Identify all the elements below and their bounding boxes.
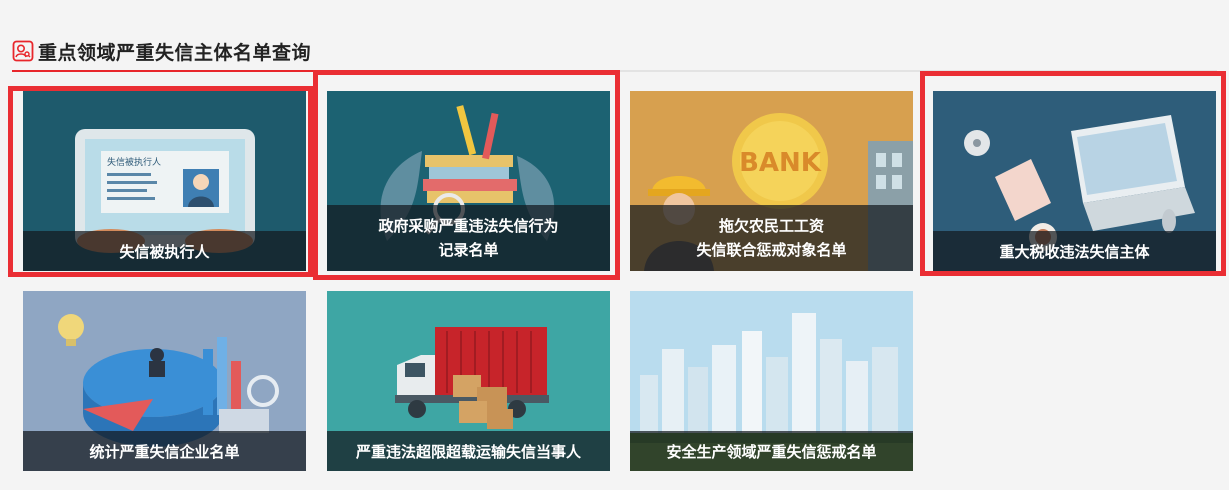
card-caption: 重大税收违法失信主体 <box>933 231 1216 271</box>
card-caption-line-2: 失信联合惩戒对象名单 <box>696 241 847 259</box>
card-caption-line-1: 拖欠农民工工资 <box>718 217 824 235</box>
section-header: 重点领域严重失信主体名单查询 <box>12 30 1217 72</box>
card-caption-text: 严重违法超限超载运输失信当事人 <box>355 442 581 461</box>
card-caption: 严重违法超限超载运输失信当事人 <box>327 431 610 471</box>
card-caption-text: 失信被执行人 <box>119 242 210 261</box>
card-gov-procurement[interactable]: 政府采购严重违法失信行为 记录名单 <box>327 91 610 271</box>
person-search-icon <box>12 40 34 62</box>
bank-sign-text: BANK <box>739 148 822 178</box>
card-caption-line-2: 记录名单 <box>438 241 499 259</box>
card-inner-label: 失信被执行人 <box>107 156 161 168</box>
card-migrant-wages[interactable]: BANK 拖欠农民工工资 失信联合惩戒对象名单 <box>630 91 913 271</box>
card-caption-text: 统计严重失信企业名单 <box>89 442 240 461</box>
card-caption-text: 重大税收违法失信主体 <box>999 242 1150 261</box>
section-title-underline <box>12 70 341 72</box>
card-caption: 统计严重失信企业名单 <box>23 431 306 471</box>
card-statistics[interactable]: 统计严重失信企业名单 <box>23 291 306 471</box>
card-caption: 失信被执行人 <box>23 231 306 271</box>
section-title: 重点领域严重失信主体名单查询 <box>12 34 311 68</box>
card-caption-line-1: 政府采购严重违法失信行为 <box>378 217 559 235</box>
card-safety-production[interactable]: 安全生产领域严重失信惩戒名单 <box>630 291 913 471</box>
card-caption: 政府采购严重违法失信行为 记录名单 <box>327 205 610 271</box>
card-caption: 拖欠农民工工资 失信联合惩戒对象名单 <box>630 205 913 271</box>
card-caption: 安全生产领域严重失信惩戒名单 <box>630 431 913 471</box>
card-overload-transport[interactable]: 严重违法超限超载运输失信当事人 <box>327 291 610 471</box>
card-tax-violation[interactable]: 重大税收违法失信主体 <box>933 91 1216 271</box>
section-title-text: 重点领域严重失信主体名单查询 <box>38 41 312 64</box>
card-dishonest-executed[interactable]: 失信被执行人 失信被执行人 <box>23 91 306 271</box>
card-caption-text: 安全生产领域严重失信惩戒名单 <box>666 442 877 461</box>
